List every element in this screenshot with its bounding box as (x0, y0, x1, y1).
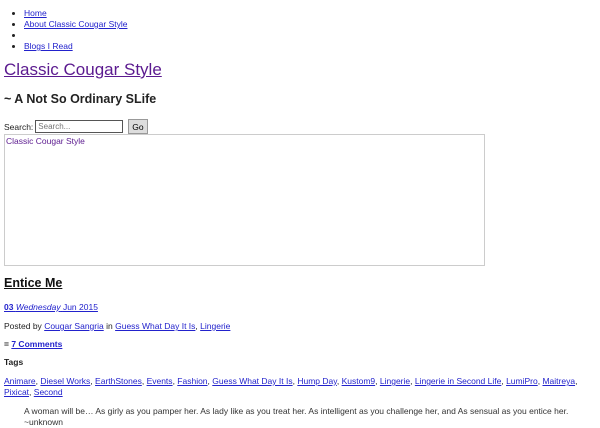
post-excerpt: A woman will be… As girly as you pamper … (24, 406, 569, 427)
header-image-alt: Classic Cougar Style (6, 136, 85, 146)
post-date-link[interactable]: 03 Wednesday Jun 2015 (4, 302, 98, 312)
site-tagline: ~ A Not So Ordinary SLife (4, 92, 157, 106)
main-nav: Home About Classic Cougar Style Blogs I … (0, 8, 127, 52)
tag-link[interactable]: Events (147, 376, 173, 386)
tag-list: Animare, Diesel Works, EarthStones, Even… (4, 376, 578, 397)
category-link[interactable]: Guess What Day It Is (115, 321, 195, 331)
tag-link[interactable]: Fashion (177, 376, 207, 386)
tag-link[interactable]: Guess What Day It Is (212, 376, 292, 386)
tag-link[interactable]: Lingerie in Second Life (415, 376, 501, 386)
search-form: Search: Go (4, 119, 148, 134)
in-label: in (106, 321, 113, 331)
comments-link[interactable]: 7 Comments (11, 339, 62, 349)
tag-link[interactable]: Hump Day (297, 376, 337, 386)
nav-item: Home (24, 8, 127, 19)
date-weekday: Wednesday (15, 302, 61, 312)
comments: = 7 Comments (4, 339, 62, 349)
tag-link[interactable]: Diesel Works (40, 376, 90, 386)
tag-link[interactable]: Animare (4, 376, 36, 386)
post-title: Entice Me (4, 276, 62, 290)
date-rest: Jun 2015 (62, 302, 98, 312)
header-image[interactable]: Classic Cougar Style (4, 134, 485, 266)
tag-link[interactable]: Maitreya (542, 376, 575, 386)
post-body: Animare, Diesel Works, EarthStones, Even… (4, 376, 596, 428)
tag-link[interactable]: Kustom9 (342, 376, 376, 386)
tag-link[interactable]: Second (34, 387, 63, 397)
post-title-link[interactable]: Entice Me (4, 276, 62, 290)
tags-label: Tags (4, 357, 24, 367)
tag-link[interactable]: Pixicat (4, 387, 29, 397)
search-go-button[interactable]: Go (128, 119, 148, 134)
tag-link[interactable]: Lingerie (380, 376, 410, 386)
nav-blogs-link[interactable]: Blogs I Read (24, 41, 73, 51)
search-input[interactable] (35, 120, 124, 133)
nav-item (24, 30, 127, 41)
tag-link[interactable]: EarthStones (95, 376, 142, 386)
date-day: 03 (4, 302, 14, 312)
comments-prefix: = (4, 339, 9, 349)
nav-item: Blogs I Read (24, 41, 127, 52)
nav-about-link[interactable]: About Classic Cougar Style (24, 19, 127, 29)
search-label: Search: (4, 121, 34, 132)
post-date: 03 Wednesday Jun 2015 (4, 302, 98, 312)
category-link[interactable]: Lingerie (200, 321, 230, 331)
nav-item: About Classic Cougar Style (24, 19, 127, 30)
site-title-link[interactable]: Classic Cougar Style (4, 60, 162, 79)
nav-home-link[interactable]: Home (24, 8, 47, 18)
post-meta: Posted by Cougar Sangria in Guess What D… (4, 321, 231, 331)
tag-link[interactable]: LumiPro (506, 376, 538, 386)
author-link[interactable]: Cougar Sangria (44, 321, 104, 331)
site-title: Classic Cougar Style (4, 60, 162, 80)
posted-by-label: Posted by (4, 321, 42, 331)
